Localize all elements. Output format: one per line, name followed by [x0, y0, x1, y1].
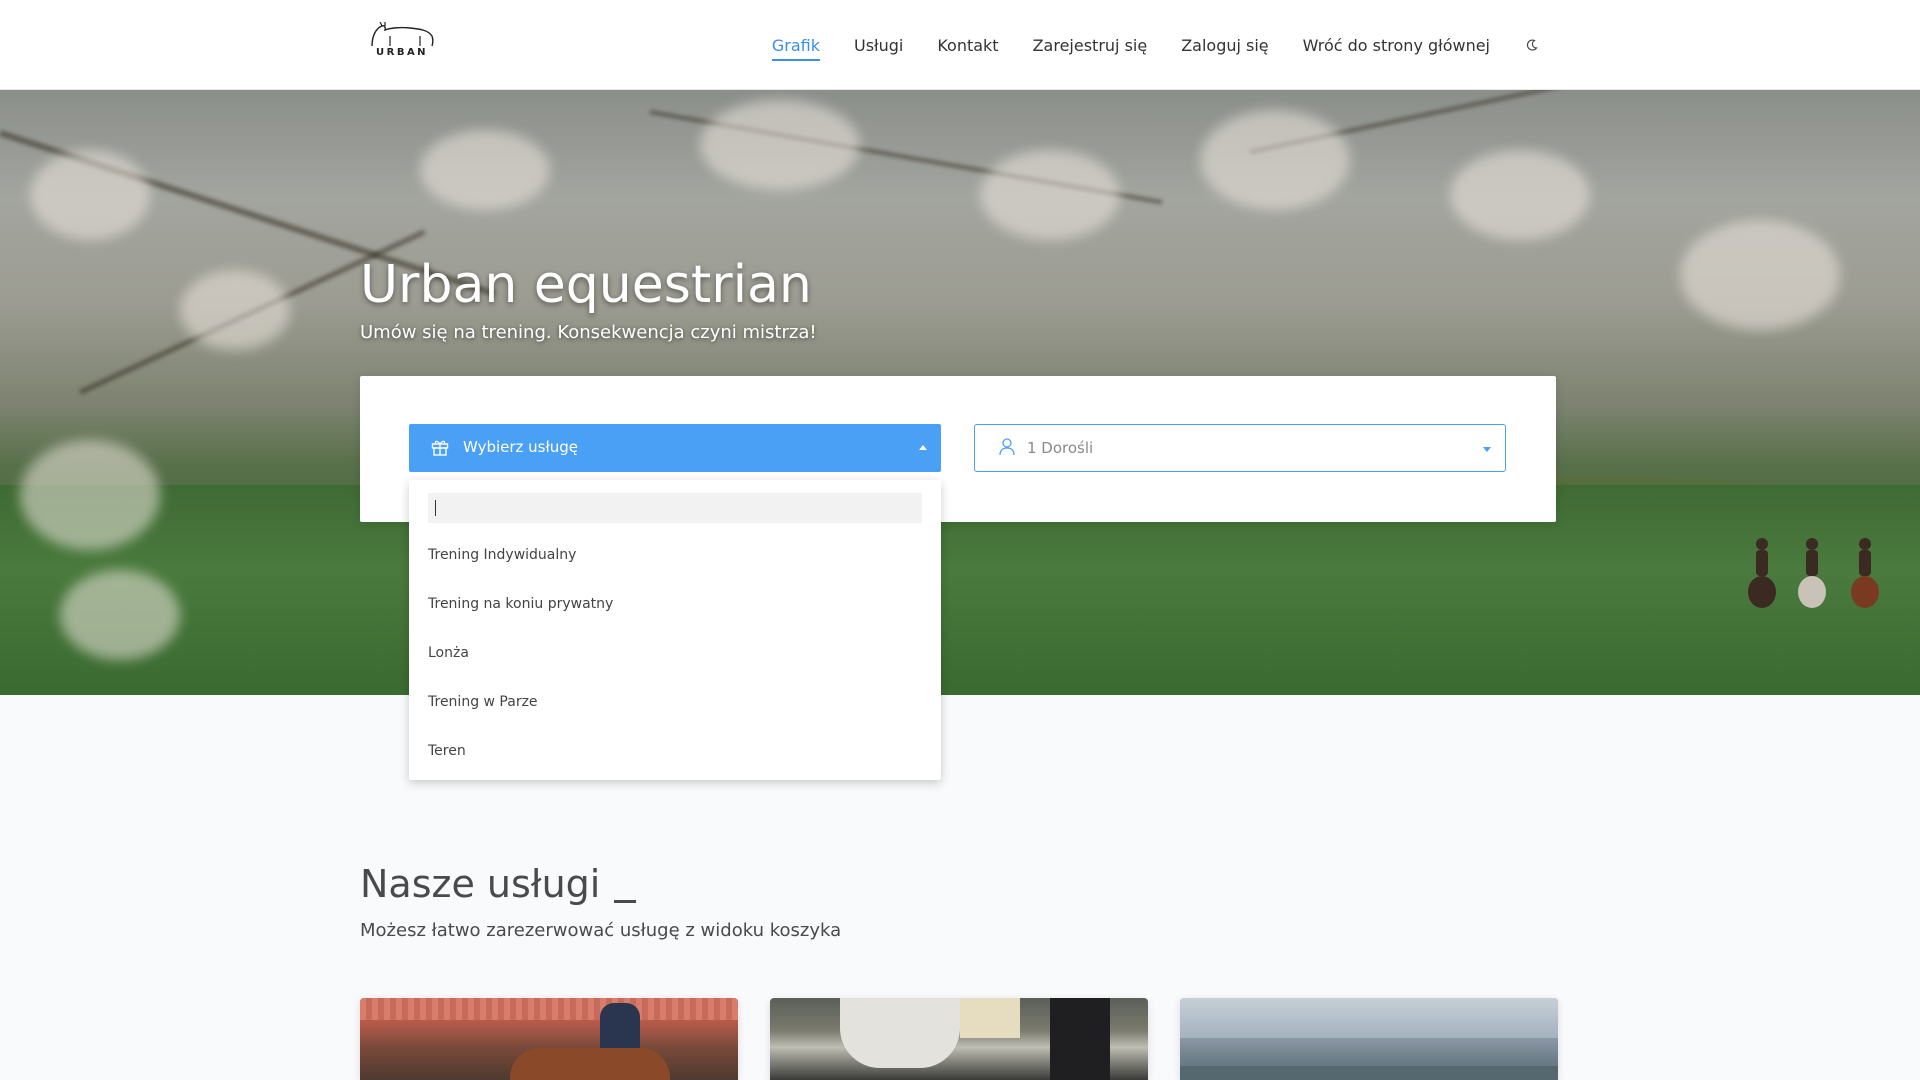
main-nav: Grafik Usługi Kontakt Zarejestruj się Za…: [738, 0, 1540, 90]
people-select-label: 1 Dorośli: [1027, 439, 1094, 457]
hero-blossom: [1200, 110, 1350, 210]
card-image-horse: [840, 998, 960, 1068]
horse-logo-icon: [371, 22, 434, 47]
hero-blossom: [20, 440, 160, 550]
nav-item-login[interactable]: Zaloguj się: [1181, 36, 1268, 55]
text-cursor: [435, 500, 436, 516]
service-option-individual[interactable]: Trening Indywidualny: [409, 531, 941, 580]
service-select[interactable]: Wybierz usługę: [409, 424, 941, 472]
nav-item-grafik[interactable]: Grafik: [771, 36, 821, 61]
card-image-roof: [360, 998, 738, 1020]
caret-up-icon: [919, 445, 927, 450]
service-dropdown: Trening Indywidualny Trening na koniu pr…: [409, 480, 941, 780]
hero-blossom: [1680, 220, 1840, 330]
hero-title: Urban equestrian: [360, 255, 812, 315]
card-image-horse: [510, 1048, 670, 1080]
card-image-clouds: [1180, 998, 1558, 1038]
hero-subtitle: Umów się na trening. Konsekwencja czyni …: [360, 322, 817, 343]
brand-logo[interactable]: URBAN: [370, 22, 440, 66]
riders-icon: [1748, 538, 1879, 608]
hero-blossom: [700, 100, 860, 190]
nav-item-home[interactable]: Wróć do strony głównej: [1303, 36, 1490, 55]
service-card[interactable]: [770, 998, 1148, 1080]
gift-icon: [431, 440, 449, 456]
moon-icon[interactable]: [1524, 37, 1540, 53]
hero-blossom: [60, 570, 180, 660]
service-options-list: Trening Indywidualny Trening na koniu pr…: [409, 531, 941, 776]
hero-blossom: [180, 270, 290, 350]
service-card[interactable]: [1180, 998, 1558, 1080]
person-icon: [999, 438, 1015, 456]
service-option-private-horse[interactable]: Trening na koniu prywatny: [409, 580, 941, 629]
people-select[interactable]: 1 Dorośli: [974, 424, 1506, 472]
nav-item-register[interactable]: Zarejestruj się: [1033, 36, 1148, 55]
service-option-terrain[interactable]: Teren: [409, 727, 941, 776]
card-image-horizon: [1180, 1066, 1558, 1080]
logo-text: URBAN: [376, 47, 429, 58]
title-underscore: [614, 900, 636, 903]
service-select-label: Wybierz usługę: [463, 438, 579, 456]
caret-down-icon: [1483, 447, 1491, 452]
hero-blossom: [420, 130, 550, 210]
service-card[interactable]: [360, 998, 738, 1080]
card-image-rider: [1050, 998, 1110, 1080]
nav-item-kontakt[interactable]: Kontakt: [937, 36, 998, 55]
hero-blossom: [1450, 150, 1590, 240]
services-title: Nasze usługi: [360, 862, 601, 906]
service-option-pair[interactable]: Trening w Parze: [409, 678, 941, 727]
card-image-umbrella: [960, 998, 1020, 1038]
site-header: URBAN Grafik Usługi Kontakt Zarejestruj …: [0, 0, 1920, 90]
hero-blossom: [980, 150, 1120, 240]
service-option-lunge[interactable]: Lonża: [409, 629, 941, 678]
hero-blossom: [30, 150, 150, 240]
service-search-input[interactable]: [428, 493, 922, 523]
services-subtitle: Możesz łatwo zarezerwować usługę z widok…: [360, 920, 842, 941]
nav-item-uslugi[interactable]: Usługi: [854, 36, 903, 55]
